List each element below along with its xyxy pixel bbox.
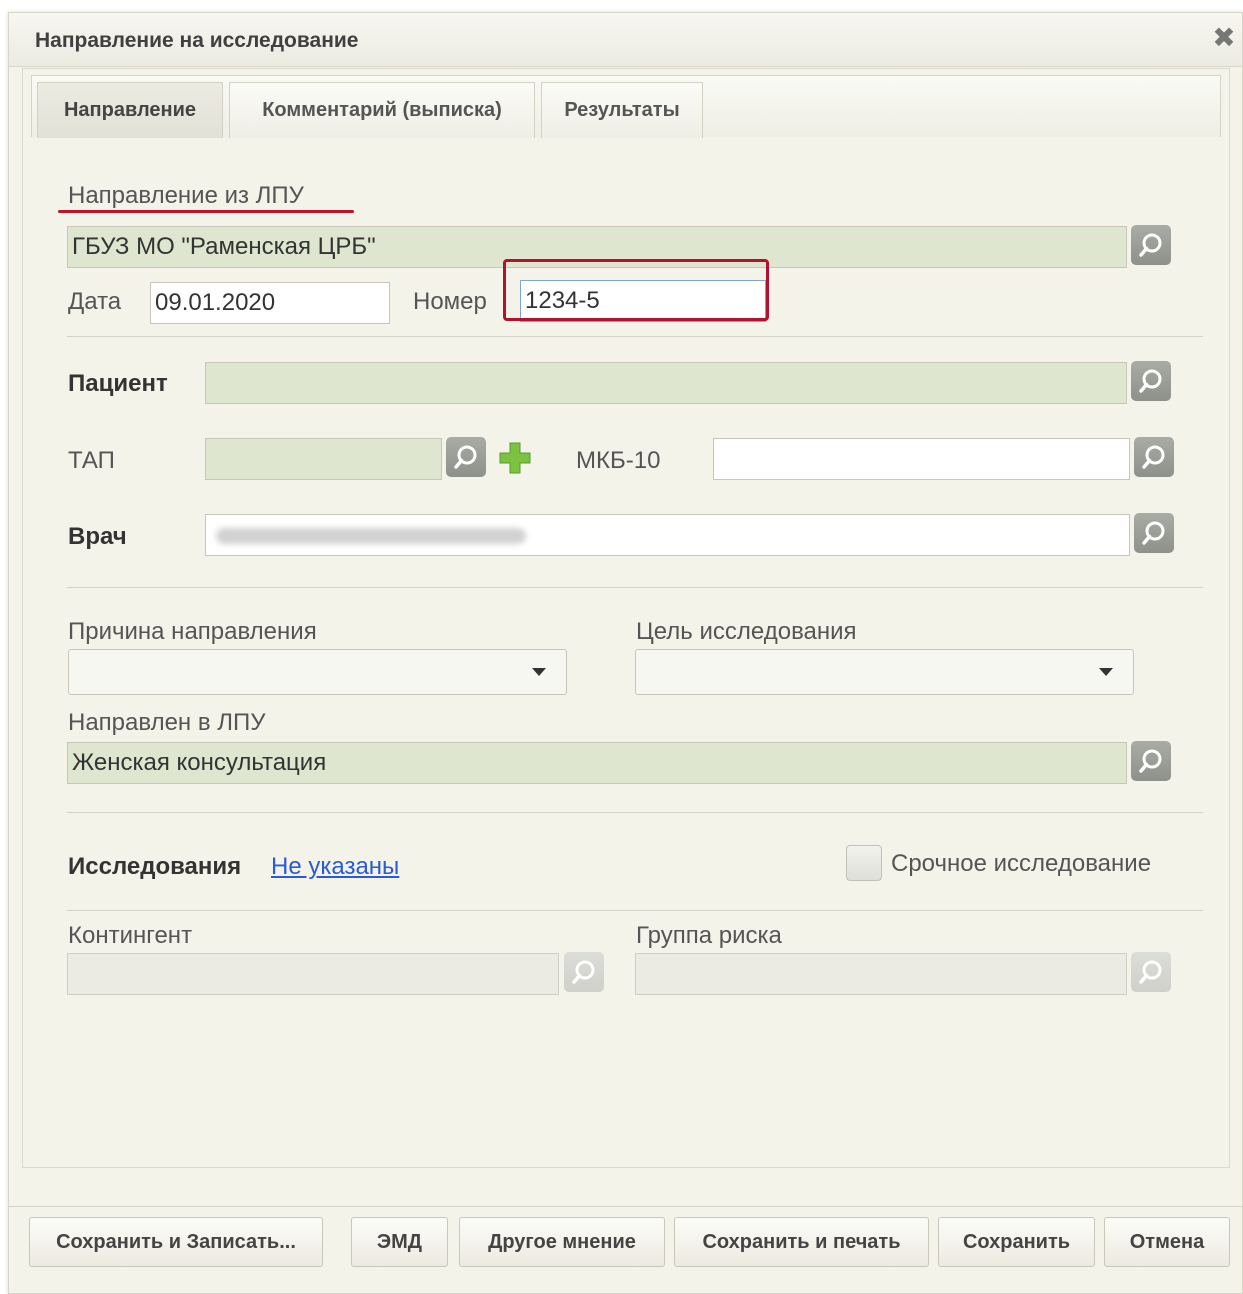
divider bbox=[67, 587, 1203, 588]
search-icon bbox=[454, 445, 477, 469]
tab-results[interactable]: Результаты bbox=[541, 82, 703, 138]
save-button[interactable]: Сохранить bbox=[938, 1217, 1095, 1267]
search-icon bbox=[1139, 960, 1162, 984]
doctor-search-button[interactable] bbox=[1134, 513, 1174, 553]
risk-group-search-button bbox=[1131, 952, 1171, 992]
highlight-underline bbox=[58, 210, 354, 213]
contingent-label: Контингент bbox=[68, 922, 193, 949]
patient-label: Пациент bbox=[68, 370, 168, 397]
risk-group-field bbox=[635, 953, 1127, 995]
cancel-button[interactable]: Отмена bbox=[1104, 1217, 1230, 1267]
patient-search-button[interactable] bbox=[1131, 361, 1171, 401]
risk-group-label: Группа риска bbox=[636, 922, 782, 949]
divider bbox=[67, 910, 1203, 911]
tab-comment[interactable]: Комментарий (выписка) bbox=[229, 82, 535, 138]
date-label: Дата bbox=[68, 288, 122, 315]
highlight-box bbox=[503, 259, 769, 321]
chevron-down-icon bbox=[532, 668, 546, 676]
search-icon bbox=[572, 960, 595, 984]
search-icon bbox=[1139, 369, 1162, 393]
tap-search-button[interactable] bbox=[446, 437, 486, 477]
sent-to-label: Направлен в ЛПУ bbox=[68, 709, 266, 736]
add-plus-icon[interactable] bbox=[497, 440, 533, 476]
urgent-label: Срочное исследование bbox=[891, 850, 1152, 877]
referral-org-search-button[interactable] bbox=[1131, 225, 1171, 265]
footer-divider bbox=[8, 1206, 1243, 1207]
mkb-search-button[interactable] bbox=[1134, 437, 1174, 477]
divider bbox=[67, 336, 1203, 337]
close-icon[interactable]: ✖ bbox=[1212, 24, 1236, 52]
other-opinion-button[interactable]: Другое мнение bbox=[459, 1217, 665, 1267]
contingent-field bbox=[67, 953, 559, 995]
tab-napravlenie[interactable]: Направление bbox=[37, 82, 223, 138]
redacted-name bbox=[216, 528, 526, 544]
reason-label: Причина направления bbox=[68, 618, 317, 645]
mkb-field[interactable] bbox=[713, 438, 1130, 480]
date-field[interactable]: 09.01.2020 bbox=[150, 282, 390, 324]
mkb-label: МКБ-10 bbox=[576, 447, 661, 474]
emd-button[interactable]: ЭМД bbox=[351, 1217, 448, 1267]
doctor-label: Врач bbox=[68, 523, 127, 550]
sent-to-search-button[interactable] bbox=[1131, 741, 1171, 781]
search-icon bbox=[1142, 445, 1165, 469]
urgent-checkbox[interactable] bbox=[846, 845, 882, 881]
divider bbox=[67, 812, 1203, 813]
dialog-title: Направление на исследование bbox=[35, 29, 359, 52]
referral-org-label: Направление из ЛПУ bbox=[68, 182, 304, 209]
chevron-down-icon bbox=[1099, 668, 1113, 676]
title-bar[interactable]: Направление на исследование ✖ bbox=[9, 13, 1242, 67]
research-not-specified-link[interactable]: Не указаны bbox=[271, 853, 399, 881]
save-and-print-button[interactable]: Сохранить и печать bbox=[674, 1217, 929, 1267]
goal-label: Цель исследования bbox=[636, 618, 857, 645]
tap-field[interactable] bbox=[205, 438, 442, 480]
research-label: Исследования bbox=[68, 853, 242, 880]
patient-field[interactable] bbox=[205, 362, 1127, 404]
tab-strip: Направление Комментарий (выписка) Резуль… bbox=[31, 75, 1221, 138]
search-icon bbox=[1142, 521, 1165, 545]
contingent-search-button bbox=[564, 952, 604, 992]
sent-to-field[interactable]: Женская консультация bbox=[67, 742, 1127, 784]
doctor-field[interactable] bbox=[205, 514, 1130, 556]
search-icon bbox=[1139, 233, 1162, 257]
save-and-record-button[interactable]: Сохранить и Записать... bbox=[29, 1217, 323, 1267]
number-label: Номер bbox=[413, 288, 487, 315]
search-icon bbox=[1139, 749, 1162, 773]
goal-select[interactable] bbox=[635, 649, 1134, 695]
reason-select[interactable] bbox=[68, 649, 567, 695]
tap-label: ТАП bbox=[68, 447, 115, 474]
